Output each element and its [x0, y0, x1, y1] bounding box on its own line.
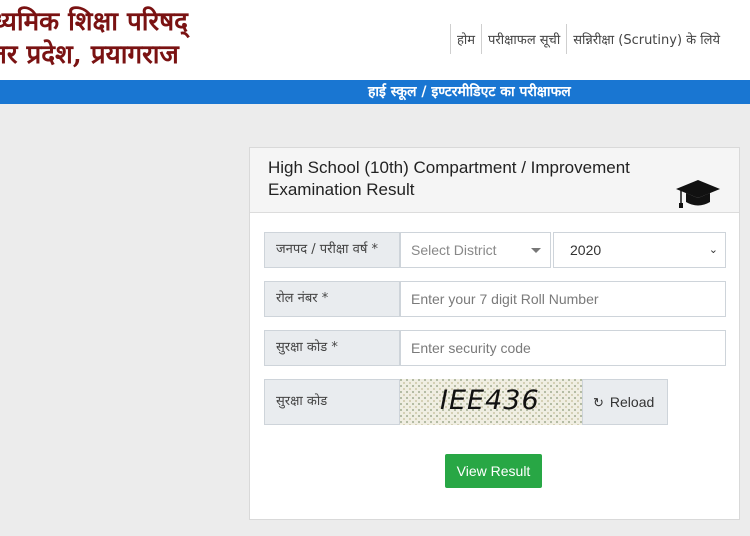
- captcha-text: IEE436: [440, 385, 540, 416]
- security-code-input[interactable]: Enter security code: [400, 330, 726, 366]
- caret-down-icon: [531, 248, 541, 253]
- reload-captcha-button[interactable]: ↻ Reload: [582, 379, 668, 425]
- reload-label: Reload: [609, 394, 655, 410]
- graduation-cap-icon: [676, 180, 720, 208]
- org-title-line1: ध्यमिक शिक्षा परिषद्: [0, 7, 188, 37]
- year-select[interactable]: 2020 ⌄: [553, 232, 726, 268]
- card-title: High School (10th) Compartment / Improve…: [268, 158, 630, 199]
- view-result-button[interactable]: View Result: [445, 454, 542, 488]
- banner-text: हाई स्कूल / इण्टरमीडिएट का परीक्षाफल: [368, 84, 571, 100]
- chevron-down-icon: ⌄: [708, 244, 718, 256]
- security-code-label: सुरक्षा कोड *: [264, 330, 400, 366]
- roll-number-input[interactable]: Enter your 7 digit Roll Number: [400, 281, 726, 317]
- year-select-value: 2020: [570, 242, 602, 258]
- result-form-card: High School (10th) Compartment / Improve…: [249, 147, 740, 520]
- roll-number-placeholder: Enter your 7 digit Roll Number: [411, 291, 599, 307]
- card-header: High School (10th) Compartment / Improve…: [250, 148, 739, 213]
- security-code-placeholder: Enter security code: [411, 340, 531, 356]
- nav-result-list-link[interactable]: परीक्षाफल सूची: [482, 28, 566, 50]
- site-header: ध्यमिक शिक्षा परिषद् तर प्रदेश, प्रयागरा…: [0, 0, 750, 80]
- org-title: ध्यमिक शिक्षा परिषद् तर प्रदेश, प्रयागरा…: [0, 6, 188, 72]
- nav-home-link[interactable]: होम: [451, 28, 481, 50]
- captcha-image: IEE436: [400, 379, 582, 425]
- page-banner: हाई स्कूल / इण्टरमीडिएट का परीक्षाफल: [0, 80, 750, 104]
- top-nav: होम परीक्षाफल सूची सन्निरीक्षा (Scrutiny…: [450, 24, 726, 54]
- roll-number-label: रोल नंबर *: [264, 281, 400, 317]
- refresh-icon: ↻: [593, 395, 604, 410]
- district-select-value: Select District: [411, 242, 497, 258]
- nav-scrutiny-link[interactable]: सन्निरीक्षा (Scrutiny) के लिये: [567, 28, 726, 50]
- org-title-line2: तर प्रदेश, प्रयागराज: [0, 40, 179, 70]
- captcha-label: सुरक्षा कोड: [264, 379, 400, 425]
- district-select[interactable]: Select District: [400, 232, 551, 268]
- district-year-label: जनपद / परीक्षा वर्ष *: [264, 232, 400, 268]
